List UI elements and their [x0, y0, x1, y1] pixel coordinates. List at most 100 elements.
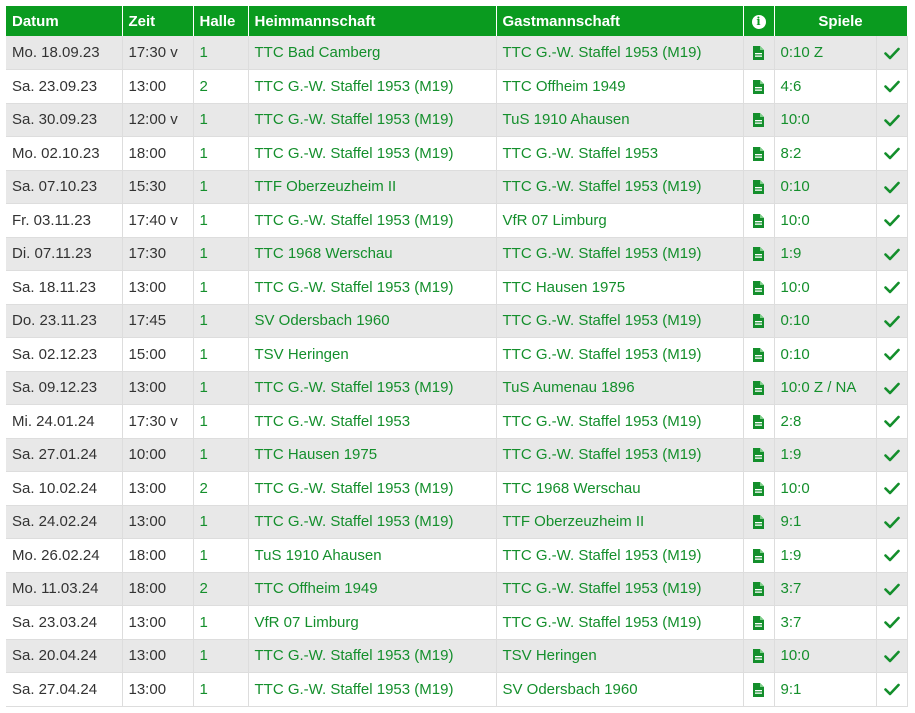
cell-halle[interactable]: 1: [193, 371, 249, 405]
cell-halle[interactable]: 1: [193, 170, 249, 204]
cell-gastmannschaft[interactable]: TTC Hausen 1975: [496, 270, 744, 305]
cell-gastmannschaft[interactable]: TuS 1910 Ahausen: [496, 103, 744, 137]
cell-gastmannschaft[interactable]: TTF Oberzeuzheim II: [496, 505, 744, 539]
cell-heimmannschaft[interactable]: TTF Oberzeuzheim II: [248, 170, 497, 204]
cell-report[interactable]: [743, 237, 775, 271]
cell-spiele[interactable]: 3:7: [774, 572, 877, 606]
cell-halle[interactable]: 1: [193, 672, 249, 707]
document-icon[interactable]: [753, 615, 764, 630]
cell-report[interactable]: [743, 103, 775, 137]
cell-heimmannschaft[interactable]: TTC Hausen 1975: [248, 438, 497, 472]
cell-heimmannschaft[interactable]: TTC G.-W. Staffel 1953 (M19): [248, 103, 497, 137]
document-icon[interactable]: [753, 414, 764, 429]
cell-report[interactable]: [743, 404, 775, 439]
cell-gastmannschaft[interactable]: TSV Heringen: [496, 639, 744, 673]
cell-gastmannschaft[interactable]: TTC G.-W. Staffel 1953 (M19): [496, 170, 744, 204]
cell-halle[interactable]: 1: [193, 605, 249, 640]
cell-heimmannschaft[interactable]: SV Odersbach 1960: [248, 304, 497, 338]
document-icon[interactable]: [753, 113, 764, 128]
document-icon[interactable]: [753, 213, 764, 228]
cell-spiele[interactable]: 8:2: [774, 136, 877, 171]
cell-spiele[interactable]: 2:8: [774, 404, 877, 439]
cell-spiele[interactable]: 10:0: [774, 203, 877, 238]
document-icon[interactable]: [753, 481, 764, 496]
cell-spiele[interactable]: 10:0: [774, 471, 877, 506]
cell-spiele[interactable]: 3:7: [774, 605, 877, 640]
document-icon[interactable]: [753, 79, 764, 94]
cell-gastmannschaft[interactable]: TTC G.-W. Staffel 1953 (M19): [496, 538, 744, 573]
cell-heimmannschaft[interactable]: TTC G.-W. Staffel 1953 (M19): [248, 69, 497, 104]
cell-report[interactable]: [743, 270, 775, 305]
cell-report[interactable]: [743, 572, 775, 606]
cell-spiele[interactable]: 10:0 Z / NA: [774, 371, 877, 405]
cell-spiele[interactable]: 10:0: [774, 270, 877, 305]
cell-spiele[interactable]: 9:1: [774, 672, 877, 707]
cell-gastmannschaft[interactable]: TTC G.-W. Staffel 1953 (M19): [496, 404, 744, 439]
cell-report[interactable]: [743, 136, 775, 171]
cell-spiele[interactable]: 0:10: [774, 170, 877, 204]
cell-spiele[interactable]: 1:9: [774, 438, 877, 472]
cell-spiele[interactable]: 9:1: [774, 505, 877, 539]
cell-gastmannschaft[interactable]: TTC G.-W. Staffel 1953 (M19): [496, 36, 744, 70]
cell-spiele[interactable]: 4:6: [774, 69, 877, 104]
cell-spiele[interactable]: 0:10: [774, 304, 877, 338]
document-icon[interactable]: [753, 247, 764, 262]
document-icon[interactable]: [753, 682, 764, 697]
cell-gastmannschaft[interactable]: TuS Aumenau 1896: [496, 371, 744, 405]
cell-heimmannschaft[interactable]: TTC Bad Camberg: [248, 36, 497, 70]
cell-halle[interactable]: 1: [193, 203, 249, 238]
document-icon[interactable]: [753, 548, 764, 563]
cell-report[interactable]: [743, 505, 775, 539]
cell-halle[interactable]: 1: [193, 438, 249, 472]
cell-report[interactable]: [743, 69, 775, 104]
document-icon[interactable]: [753, 146, 764, 161]
cell-gastmannschaft[interactable]: TTC Offheim 1949: [496, 69, 744, 104]
cell-heimmannschaft[interactable]: VfR 07 Limburg: [248, 605, 497, 640]
cell-halle[interactable]: 2: [193, 572, 249, 606]
cell-spiele[interactable]: 1:9: [774, 538, 877, 573]
cell-report[interactable]: [743, 605, 775, 640]
cell-halle[interactable]: 1: [193, 36, 249, 70]
cell-gastmannschaft[interactable]: TTC G.-W. Staffel 1953 (M19): [496, 237, 744, 271]
cell-gastmannschaft[interactable]: SV Odersbach 1960: [496, 672, 744, 707]
cell-halle[interactable]: 1: [193, 136, 249, 171]
cell-gastmannschaft[interactable]: VfR 07 Limburg: [496, 203, 744, 238]
cell-halle[interactable]: 1: [193, 639, 249, 673]
cell-report[interactable]: [743, 438, 775, 472]
cell-heimmannschaft[interactable]: TTC G.-W. Staffel 1953 (M19): [248, 136, 497, 171]
document-icon[interactable]: [753, 347, 764, 362]
cell-halle[interactable]: 1: [193, 538, 249, 573]
cell-report[interactable]: [743, 304, 775, 338]
cell-gastmannschaft[interactable]: TTC G.-W. Staffel 1953 (M19): [496, 572, 744, 606]
cell-heimmannschaft[interactable]: TTC G.-W. Staffel 1953: [248, 404, 497, 439]
cell-gastmannschaft[interactable]: TTC G.-W. Staffel 1953 (M19): [496, 304, 744, 338]
cell-heimmannschaft[interactable]: TTC G.-W. Staffel 1953 (M19): [248, 672, 497, 707]
document-icon[interactable]: [753, 582, 764, 597]
cell-halle[interactable]: 2: [193, 471, 249, 506]
cell-spiele[interactable]: 10:0: [774, 639, 877, 673]
document-icon[interactable]: [753, 280, 764, 295]
cell-report[interactable]: [743, 672, 775, 707]
cell-report[interactable]: [743, 471, 775, 506]
document-icon[interactable]: [753, 515, 764, 530]
cell-spiele[interactable]: 0:10 Z: [774, 36, 877, 70]
cell-heimmannschaft[interactable]: TTC G.-W. Staffel 1953 (M19): [248, 639, 497, 673]
cell-heimmannschaft[interactable]: TTC G.-W. Staffel 1953 (M19): [248, 505, 497, 539]
cell-gastmannschaft[interactable]: TTC 1968 Werschau: [496, 471, 744, 506]
cell-report[interactable]: [743, 36, 775, 70]
cell-heimmannschaft[interactable]: TTC G.-W. Staffel 1953 (M19): [248, 471, 497, 506]
cell-spiele[interactable]: 1:9: [774, 237, 877, 271]
header-info[interactable]: i: [743, 6, 775, 36]
cell-heimmannschaft[interactable]: TTC G.-W. Staffel 1953 (M19): [248, 270, 497, 305]
cell-report[interactable]: [743, 639, 775, 673]
cell-heimmannschaft[interactable]: TTC Offheim 1949: [248, 572, 497, 606]
document-icon[interactable]: [753, 180, 764, 195]
document-icon[interactable]: [753, 448, 764, 463]
document-icon[interactable]: [753, 649, 764, 664]
cell-halle[interactable]: 1: [193, 270, 249, 305]
cell-heimmannschaft[interactable]: TTC G.-W. Staffel 1953 (M19): [248, 203, 497, 238]
cell-spiele[interactable]: 10:0: [774, 103, 877, 137]
cell-halle[interactable]: 1: [193, 337, 249, 372]
document-icon[interactable]: [753, 314, 764, 329]
cell-halle[interactable]: 1: [193, 404, 249, 439]
